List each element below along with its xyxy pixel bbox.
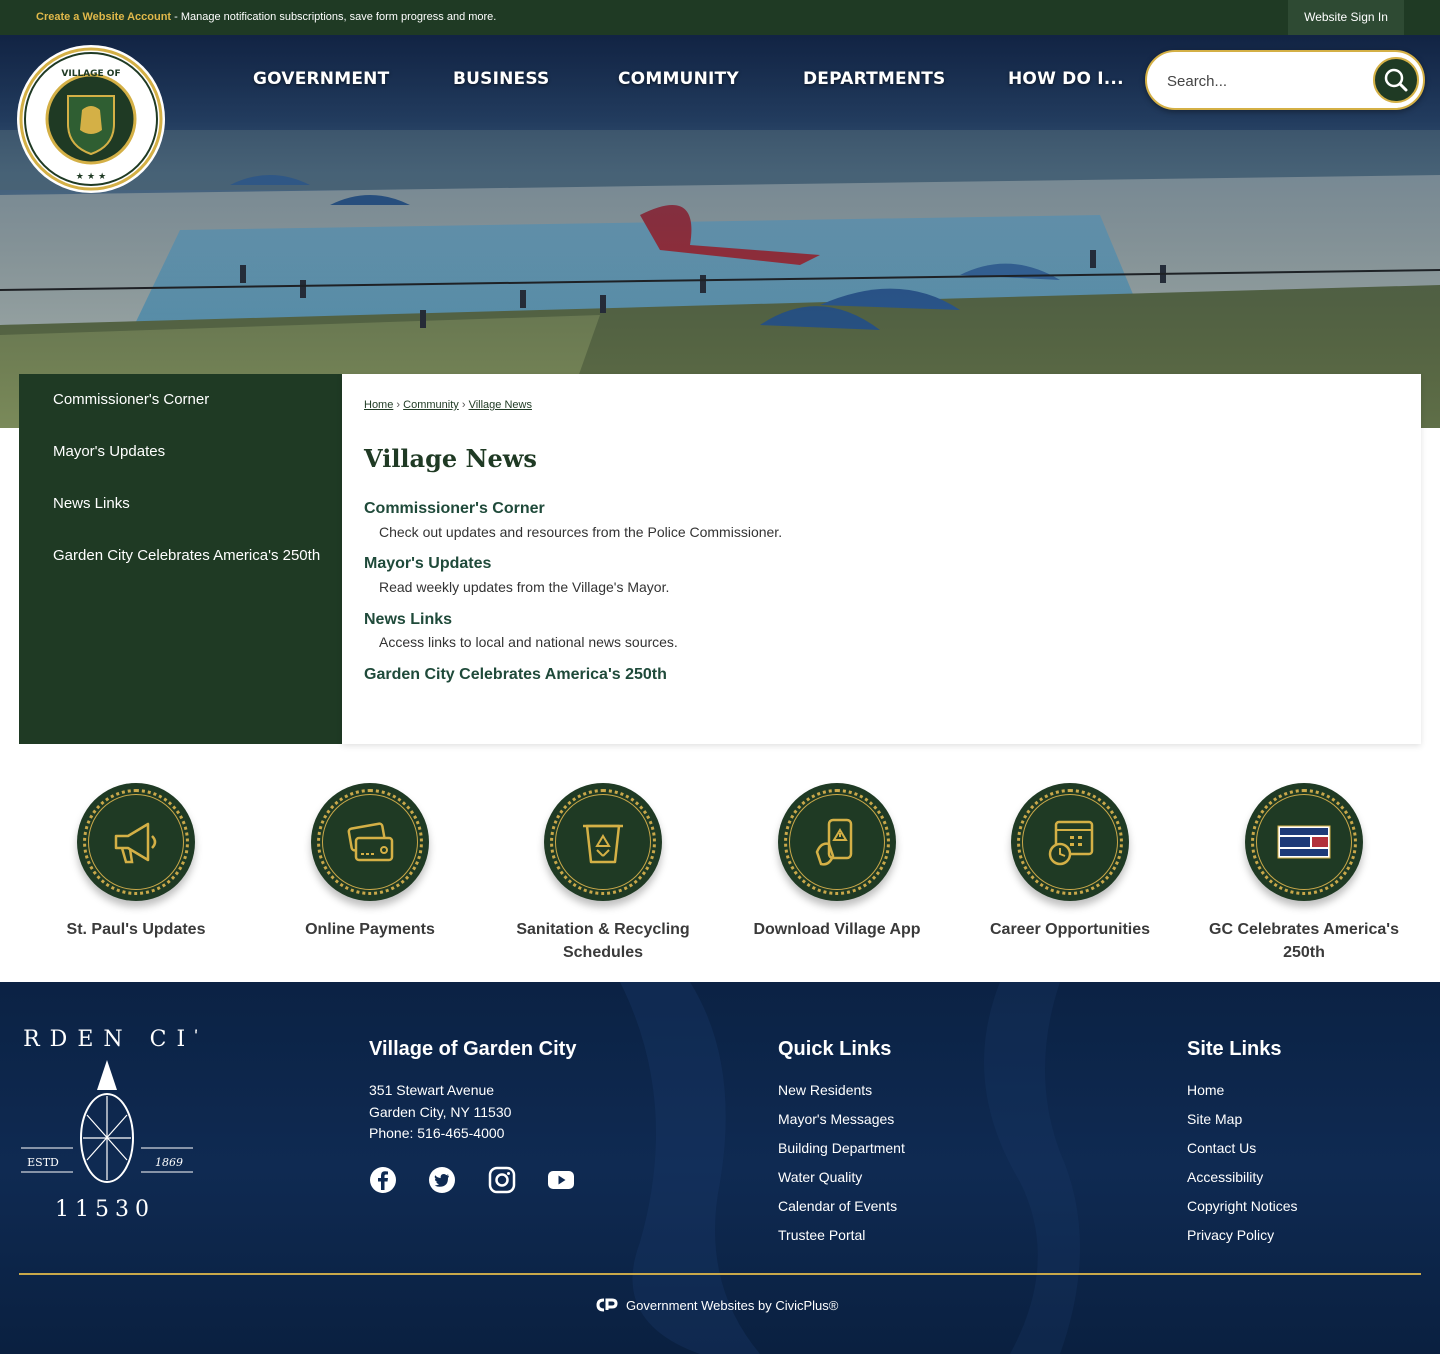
twitter-icon[interactable] <box>428 1166 456 1194</box>
svg-text:★ ★ ★: ★ ★ ★ <box>76 172 106 182</box>
quick-link-village-app[interactable]: Download Village App <box>720 783 954 941</box>
entry-desc: Access links to local and national news … <box>379 634 678 650</box>
footer-link-accessibility[interactable]: Accessibility <box>1187 1169 1263 1185</box>
footer-link-contact-us[interactable]: Contact Us <box>1187 1140 1256 1156</box>
create-account-link[interactable]: Create a Website Account <box>36 11 171 23</box>
nav-how-do-i[interactable]: HOW DO I... <box>1008 69 1124 89</box>
quick-link-label: Online Payments <box>305 921 435 938</box>
footer-phone: Phone: 516-465-4000 <box>369 1125 505 1141</box>
calendar-clock-icon <box>1048 820 1094 866</box>
footer-quick-links-heading: Quick Links <box>778 1038 892 1060</box>
quick-link-circle <box>1011 783 1129 901</box>
nav-community[interactable]: COMMUNITY <box>618 69 739 89</box>
section-sidebar: Commissioner's Corner Mayor's Updates Ne… <box>19 374 342 744</box>
phone-alert-icon <box>815 818 853 866</box>
footer-link-copyright[interactable]: Copyright Notices <box>1187 1198 1298 1214</box>
breadcrumb-separator: › <box>396 399 401 411</box>
footer-link-water-quality[interactable]: Water Quality <box>778 1169 862 1185</box>
youtube-icon[interactable] <box>547 1166 575 1194</box>
entry-title-news-links[interactable]: News Links <box>364 611 452 629</box>
breadcrumb-home[interactable]: Home <box>364 399 393 411</box>
recycling-bin-icon <box>583 824 623 864</box>
footer-link-site-map[interactable]: Site Map <box>1187 1111 1242 1127</box>
footer-link-building-department[interactable]: Building Department <box>778 1140 905 1156</box>
svg-text:VILLAGE OF: VILLAGE OF <box>61 69 120 79</box>
quick-link-sanitation[interactable]: Sanitation & Recycling Schedules <box>486 783 720 964</box>
footer-divider <box>19 1273 1421 1275</box>
sign-in-button[interactable]: Website Sign In <box>1288 0 1404 35</box>
search-icon <box>1384 68 1408 92</box>
footer-address-line2: Garden City, NY 11530 <box>369 1104 512 1120</box>
account-message-text: - Manage notification subscriptions, sav… <box>171 11 497 23</box>
quick-link-label: St. Paul's Updates <box>66 921 206 938</box>
footer-village-heading: Village of Garden City <box>369 1038 577 1060</box>
credit-card-icon <box>347 822 394 862</box>
footer-address-line1: 351 Stewart Avenue <box>369 1082 495 1098</box>
footer-link-trustee-portal[interactable]: Trustee Portal <box>778 1227 865 1243</box>
quick-link-circle <box>311 783 429 901</box>
quick-link-st-pauls[interactable]: St. Paul's Updates <box>19 783 253 941</box>
footer-site-links-heading: Site Links <box>1187 1038 1282 1060</box>
page-title: Village News <box>364 444 537 473</box>
hero-banner: VILLAGE OF ★ ★ ★ GOVERNMENT BUSINESS COM… <box>0 35 1440 428</box>
top-bar: Create a Website Account - Manage notifi… <box>0 0 1440 35</box>
quick-link-online-payments[interactable]: Online Payments <box>253 783 487 941</box>
instagram-icon[interactable] <box>488 1166 516 1194</box>
search-input[interactable] <box>1167 70 1367 92</box>
garden-city-footer-logo: GARDEN CITY ESTD 1869 11530 <box>17 1027 197 1222</box>
quick-link-label: Download Village App <box>753 921 921 938</box>
nav-departments[interactable]: DEPARTMENTS <box>803 69 946 89</box>
quick-link-label: Sanitation & Recycling Schedules <box>516 921 690 961</box>
quick-link-circle <box>778 783 896 901</box>
footer-link-privacy[interactable]: Privacy Policy <box>1187 1227 1274 1243</box>
nav-government[interactable]: GOVERNMENT <box>253 69 389 89</box>
entry-title-commissioners-corner[interactable]: Commissioner's Corner <box>364 500 545 518</box>
civicplus-credit[interactable]: Government Websites by CivicPlus® <box>594 1297 838 1313</box>
sidebar-item-news-links[interactable]: News Links <box>53 492 323 515</box>
breadcrumb-separator: › <box>461 399 466 411</box>
quick-link-circle <box>544 783 662 901</box>
quick-link-label: Career Opportunities <box>989 921 1151 938</box>
quick-link-circle <box>77 783 195 901</box>
breadcrumb: Home › Community › Village News <box>364 399 532 411</box>
america-250-logo <box>1277 825 1331 859</box>
footer-link-new-residents[interactable]: New Residents <box>778 1082 872 1098</box>
quick-link-careers[interactable]: Career Opportunities <box>953 783 1187 941</box>
main-content: Home › Community › Village News Village … <box>342 374 1421 744</box>
account-message: Create a Website Account - Manage notifi… <box>36 11 496 23</box>
sidebar-item-america-250th[interactable]: Garden City Celebrates America's 250th <box>53 544 323 567</box>
megaphone-icon <box>114 822 157 864</box>
quick-link-circle <box>1245 783 1363 901</box>
logo-year: 1869 <box>155 1156 183 1169</box>
search-button[interactable] <box>1373 57 1419 103</box>
footer-link-mayors-messages[interactable]: Mayor's Messages <box>778 1111 894 1127</box>
civicplus-logo-icon <box>596 1298 618 1312</box>
logo-zip: 11530 <box>55 1197 155 1222</box>
breadcrumb-village-news[interactable]: Village News <box>469 399 532 411</box>
quick-link-america-250th[interactable]: GC Celebrates America's 250th <box>1187 783 1421 964</box>
nav-business[interactable]: BUSINESS <box>453 69 550 89</box>
entry-title-america-250th[interactable]: Garden City Celebrates America's 250th <box>364 666 667 684</box>
entry-desc: Read weekly updates from the Village's M… <box>379 579 670 595</box>
site-footer: GARDEN CITY ESTD 1869 11530 Village of G… <box>0 982 1440 1354</box>
logo-estd: ESTD <box>27 1156 59 1169</box>
facebook-icon[interactable] <box>369 1166 397 1194</box>
entry-desc: Check out updates and resources from the… <box>379 524 783 540</box>
breadcrumb-community[interactable]: Community <box>403 399 459 411</box>
sidebar-item-mayors-updates[interactable]: Mayor's Updates <box>53 440 323 463</box>
entry-title-mayors-updates[interactable]: Mayor's Updates <box>364 555 491 573</box>
civicplus-credit-text: Government Websites by CivicPlus® <box>626 1298 839 1313</box>
sidebar-item-commissioners-corner[interactable]: Commissioner's Corner <box>53 388 323 411</box>
search-box <box>1145 50 1425 110</box>
logo-wordmark: GARDEN CITY <box>17 1027 197 1052</box>
footer-link-home[interactable]: Home <box>1187 1082 1224 1098</box>
quick-link-label: GC Celebrates America's 250th <box>1209 921 1399 961</box>
village-seal-logo[interactable]: VILLAGE OF ★ ★ ★ <box>16 44 166 194</box>
footer-link-calendar[interactable]: Calendar of Events <box>778 1198 897 1214</box>
